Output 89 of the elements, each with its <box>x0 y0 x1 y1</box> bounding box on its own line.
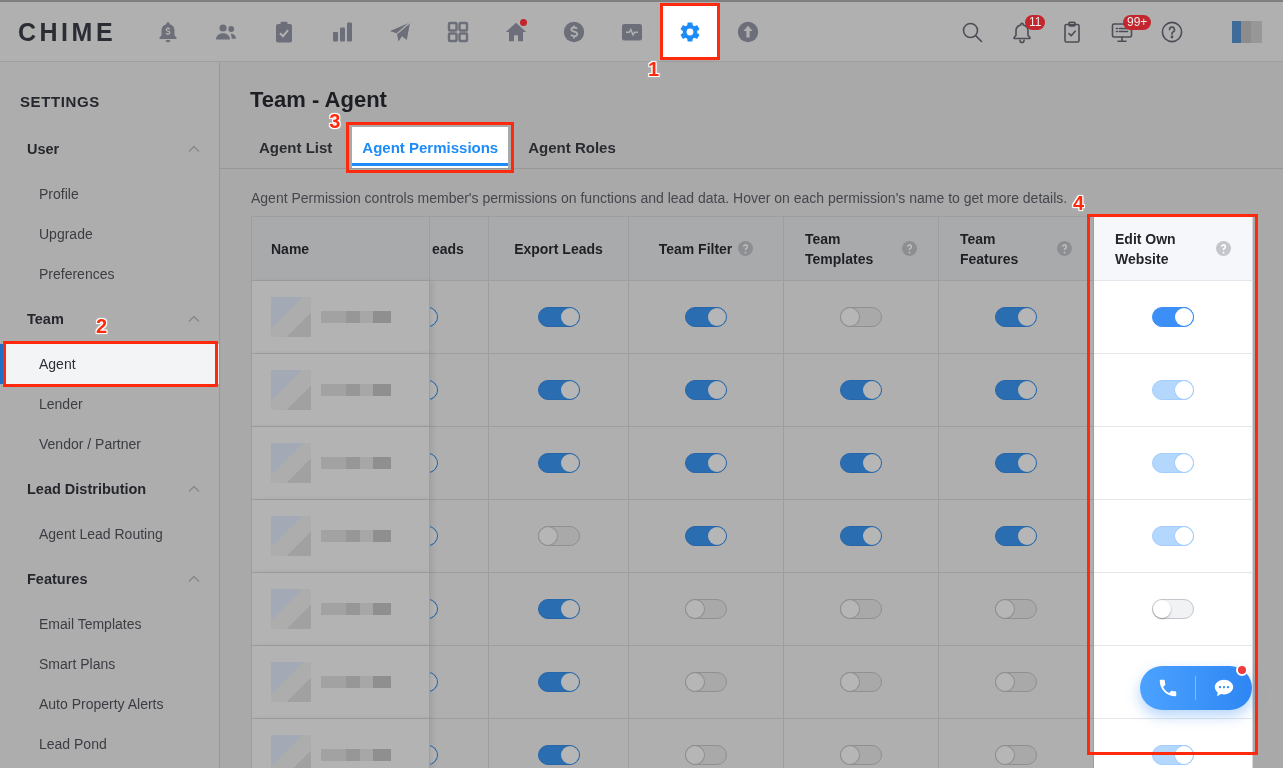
column-label: Edit Own Website <box>1115 229 1177 269</box>
sidebar-item[interactable]: Agent Lead Routing <box>0 514 219 554</box>
toggle-switch[interactable] <box>430 745 438 765</box>
column-label: Export Leads <box>514 239 603 259</box>
toggle-switch[interactable] <box>685 599 727 619</box>
toggle-switch[interactable] <box>995 745 1037 765</box>
callout-number: 1 <box>648 58 660 79</box>
dollar-circle-icon[interactable] <box>562 19 586 44</box>
toggle-switch[interactable] <box>685 380 727 400</box>
toggle-switch[interactable] <box>537 526 580 546</box>
column-label: eads <box>432 239 464 259</box>
toggle-switch[interactable] <box>685 745 727 765</box>
toggle-switch[interactable] <box>995 672 1037 692</box>
count-badge: 11 <box>1025 14 1046 30</box>
sidebar-item[interactable]: Smart Plans <box>0 644 219 684</box>
callout-number: 2 <box>96 316 108 336</box>
toggle-switch[interactable] <box>537 599 580 619</box>
name-placeholder <box>321 603 391 615</box>
toggle-switch[interactable] <box>840 599 882 619</box>
toggle-switch[interactable] <box>685 672 727 692</box>
toggle-switch[interactable] <box>537 745 580 765</box>
help-icon[interactable] <box>1057 241 1072 256</box>
column-label: Team Filter <box>658 239 733 259</box>
page-title: Team - Agent <box>250 86 387 114</box>
sidebar-item[interactable]: Upgrade <box>0 214 219 254</box>
column-label: Name <box>271 239 310 259</box>
toggle-switch[interactable] <box>1152 307 1194 327</box>
toggle-switch[interactable] <box>537 453 580 473</box>
paper-plane-icon[interactable] <box>388 19 412 44</box>
toggle-switch[interactable] <box>430 380 438 400</box>
toggle-switch[interactable] <box>685 307 727 327</box>
toggle-switch[interactable] <box>840 672 882 692</box>
toggle-switch[interactable] <box>430 453 438 473</box>
tab[interactable]: Agent Roles <box>518 127 626 168</box>
avatar-placeholder[interactable] <box>1232 20 1262 43</box>
logo[interactable]: CHIME <box>18 16 117 47</box>
count-badge: 99+ <box>1123 14 1152 30</box>
toggle-switch[interactable] <box>537 672 580 692</box>
toggle-switch[interactable] <box>430 526 438 546</box>
toggle-switch[interactable] <box>840 453 882 473</box>
toggle-switch[interactable] <box>840 526 882 546</box>
toggle-switch[interactable] <box>430 307 438 327</box>
name-placeholder <box>321 676 391 688</box>
name-placeholder <box>321 384 391 396</box>
sidebar-item[interactable]: Profile <box>0 174 219 214</box>
sidebar-item[interactable]: Agent <box>0 344 219 384</box>
toggle-switch[interactable] <box>840 307 882 327</box>
callout-number: 4 <box>1073 193 1085 213</box>
toggle-switch[interactable] <box>995 599 1037 619</box>
section-header[interactable]: Features <box>0 554 219 604</box>
help-icon[interactable] <box>738 241 754 256</box>
arrow-up-circle-icon[interactable] <box>736 19 760 44</box>
highlight-frame <box>660 2 720 60</box>
grid-icon[interactable] <box>446 19 470 44</box>
toggle-switch[interactable] <box>685 526 727 546</box>
description-text: Agent Permission controls member's permissions on functions and lead data. Hover on each permission's name to get more details. <box>251 189 1068 208</box>
help-icon[interactable] <box>1216 241 1231 256</box>
help-icon[interactable] <box>902 241 917 256</box>
toggle-switch[interactable] <box>995 526 1037 546</box>
section-header[interactable]: User <box>0 124 219 174</box>
name-placeholder <box>321 457 391 469</box>
toggle-switch[interactable] <box>840 380 882 400</box>
toggle-switch[interactable] <box>430 672 438 692</box>
help-icon[interactable] <box>1160 19 1184 44</box>
toggle-switch[interactable] <box>537 380 580 400</box>
toggle-switch[interactable] <box>1152 599 1194 619</box>
name-placeholder <box>321 530 391 542</box>
sidebar-item[interactable]: Lender <box>0 384 219 424</box>
sidebar-item[interactable]: Auto Property Alerts <box>0 684 219 724</box>
nav-item[interactable] <box>663 5 717 58</box>
sidebar-item[interactable]: Lead Pond <box>0 724 219 764</box>
toggle-switch[interactable] <box>840 745 882 765</box>
toggle-switch[interactable] <box>430 599 438 619</box>
name-placeholder <box>321 311 391 323</box>
sidebar-title: SETTINGS <box>20 92 100 112</box>
toggle-switch[interactable] <box>537 307 580 327</box>
sidebar-item[interactable]: Email Templates <box>0 604 219 644</box>
tab[interactable]: Agent Permissions <box>352 127 509 168</box>
column-label: Team Features <box>960 229 1020 269</box>
toggle-switch[interactable] <box>995 307 1037 327</box>
sidebar-item[interactable]: Preferences <box>0 254 219 294</box>
toggle-switch[interactable] <box>685 453 727 473</box>
section-header[interactable]: Lead Distribution <box>0 464 219 514</box>
name-placeholder <box>321 749 391 761</box>
sidebar-item[interactable]: Vendor / Partner <box>0 424 219 464</box>
toggle-switch[interactable] <box>995 380 1037 400</box>
column-label: Team Templates <box>805 229 875 269</box>
toggle-switch[interactable] <box>995 453 1037 473</box>
chat-icon[interactable] <box>1212 677 1235 699</box>
